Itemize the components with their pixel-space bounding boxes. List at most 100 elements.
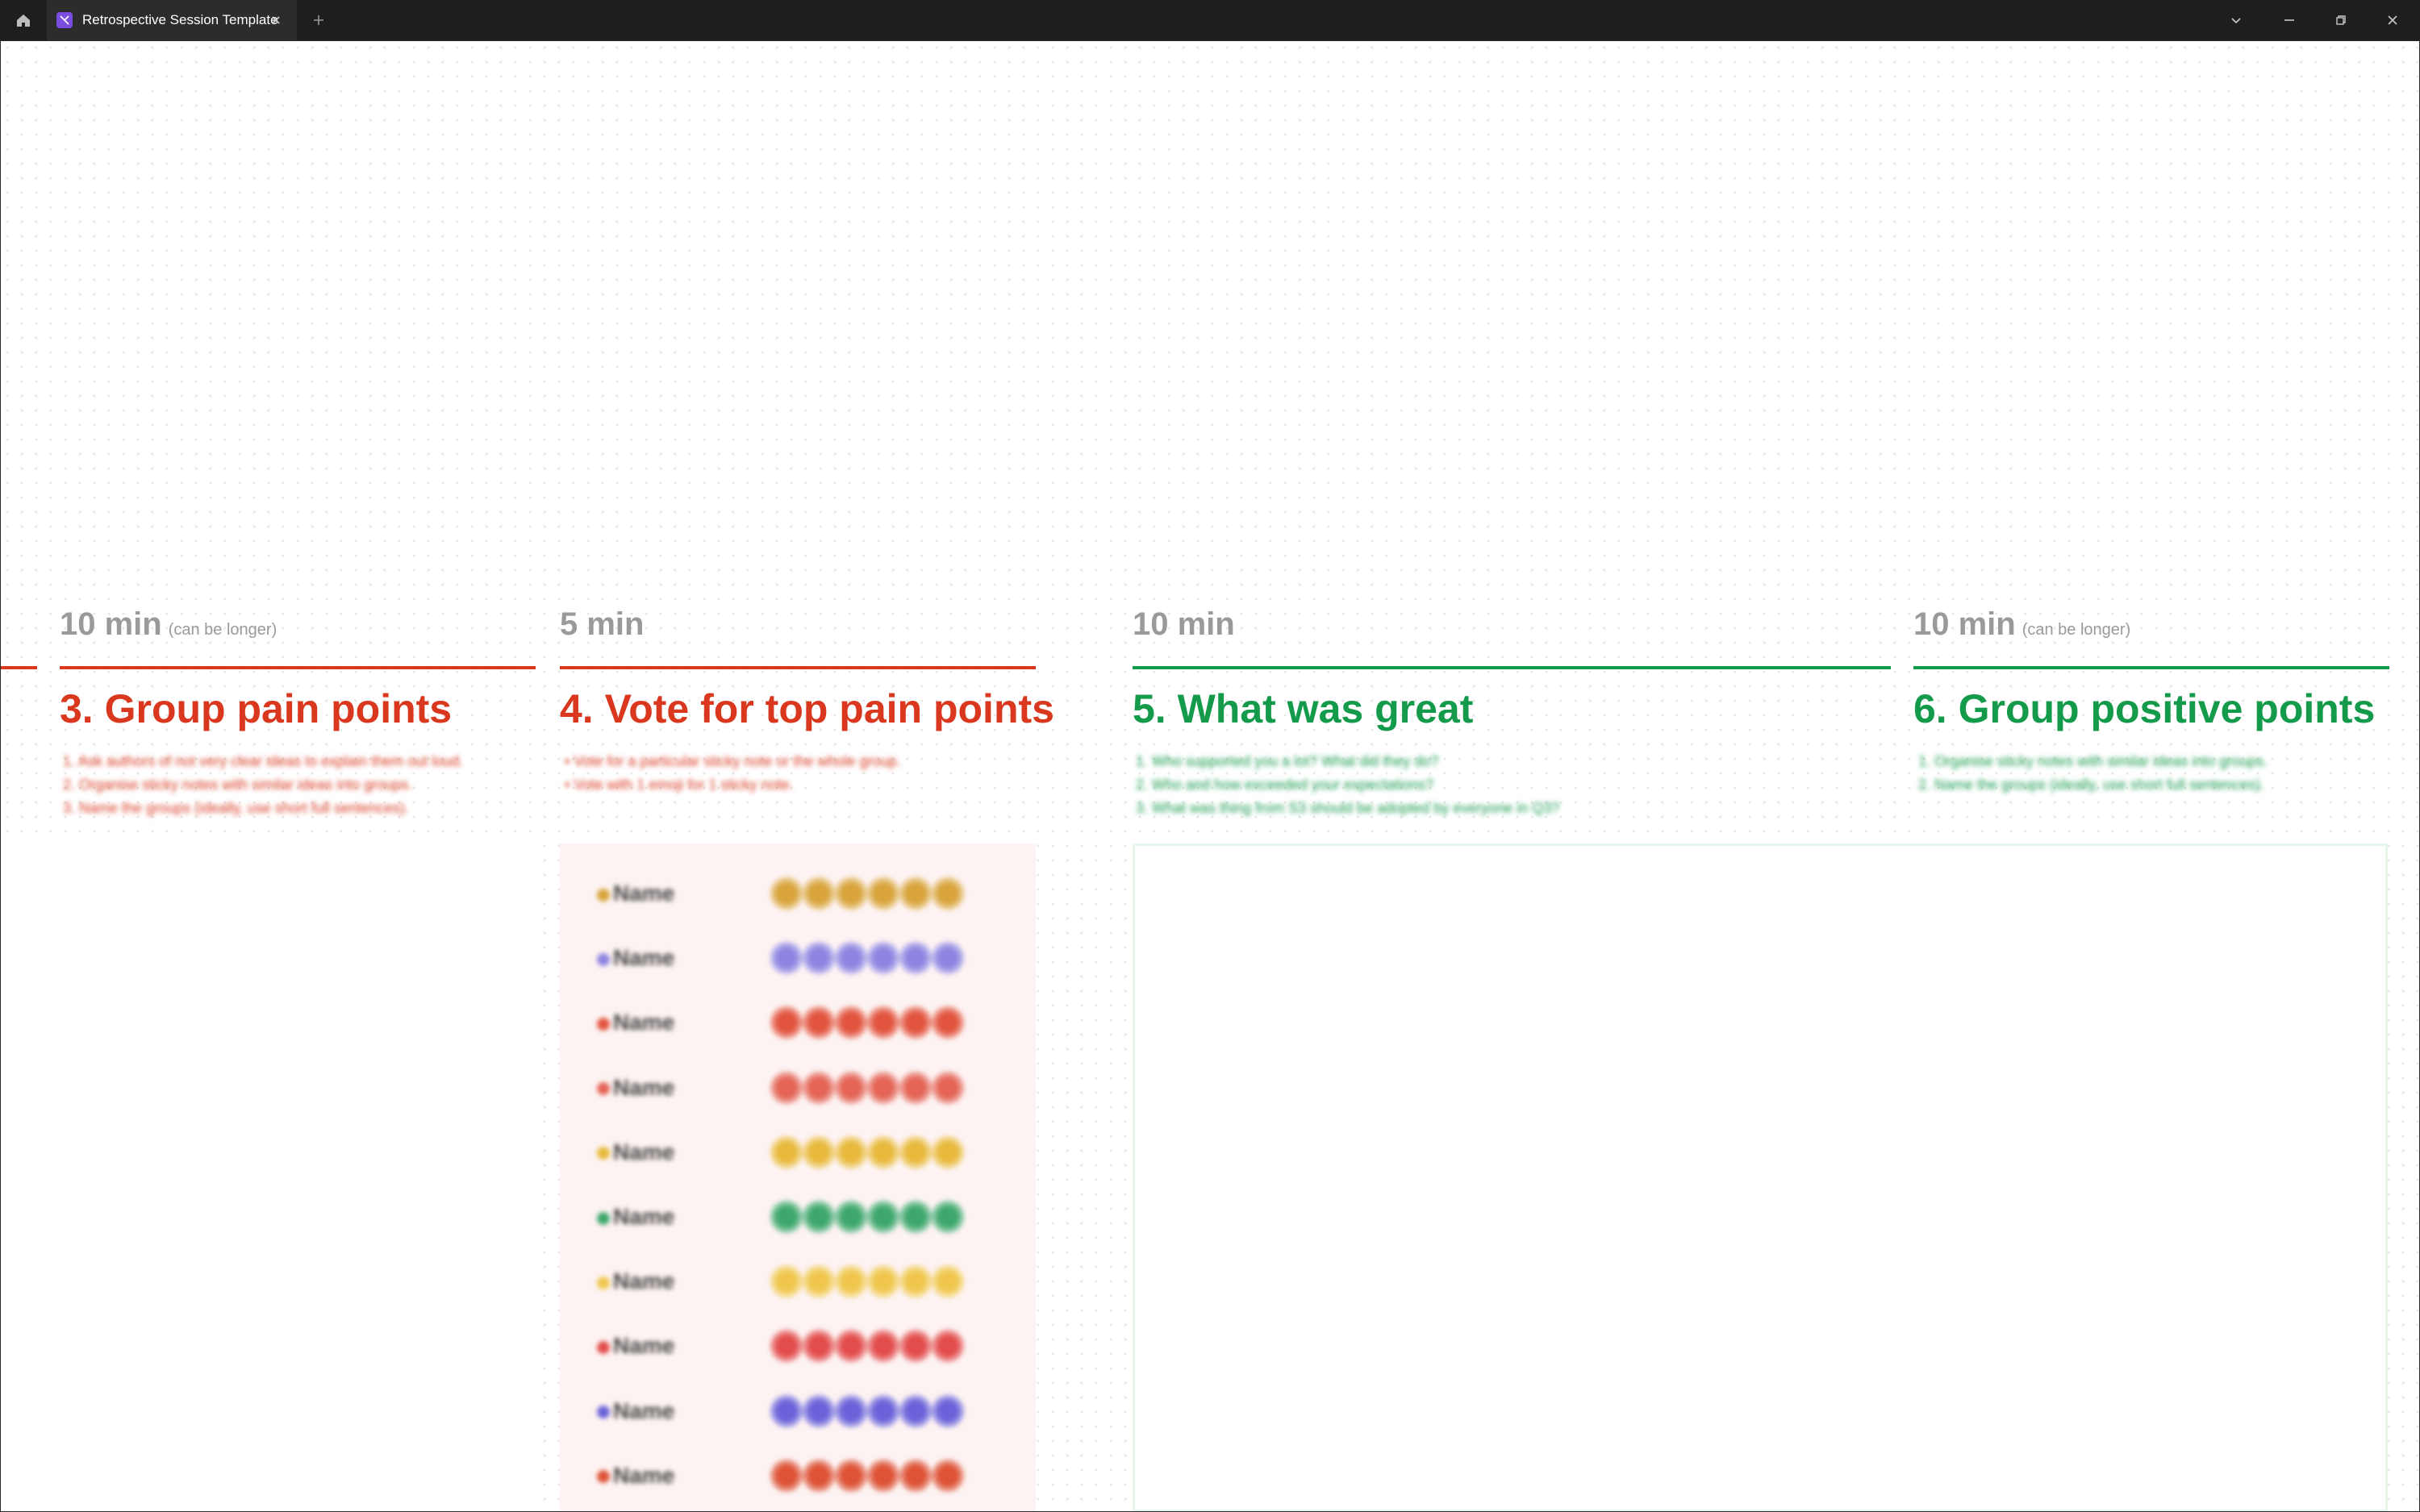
- positive-points-board[interactable]: [1133, 843, 2388, 1512]
- crown-icon[interactable]: [770, 877, 803, 910]
- section-3-board[interactable]: [0, 843, 534, 1512]
- bulb-icon[interactable]: [803, 1265, 835, 1298]
- heart-icon[interactable]: [770, 1330, 803, 1363]
- heart-icon[interactable]: [803, 1330, 835, 1363]
- bulb-icon[interactable]: [835, 1265, 867, 1298]
- ring-icon[interactable]: [803, 1394, 835, 1427]
- bulb-icon[interactable]: [770, 1265, 803, 1298]
- voter-dot-icon: [597, 888, 610, 902]
- voter-row: Name: [597, 877, 964, 910]
- bulb-icon[interactable]: [899, 1265, 932, 1298]
- vote-stickers: [770, 1265, 964, 1298]
- crown-icon[interactable]: [932, 877, 964, 910]
- ring-icon[interactable]: [899, 1394, 932, 1427]
- drop-icon[interactable]: [867, 1459, 899, 1492]
- pin-icon[interactable]: [835, 1006, 867, 1039]
- drop-icon[interactable]: [932, 1459, 964, 1492]
- voter-dot-icon: [597, 1147, 610, 1160]
- close-icon[interactable]: [266, 10, 286, 30]
- ring-icon[interactable]: [770, 1394, 803, 1427]
- minimize-icon[interactable]: [2273, 6, 2305, 34]
- star-icon[interactable]: [867, 1135, 899, 1168]
- clover-icon[interactable]: [803, 1201, 835, 1233]
- drop-icon[interactable]: [835, 1459, 867, 1492]
- target-icon[interactable]: [803, 1071, 835, 1104]
- voter-row: Name: [597, 1201, 964, 1233]
- drop-icon[interactable]: [770, 1459, 803, 1492]
- pin-icon[interactable]: [803, 1006, 835, 1039]
- pin-icon[interactable]: [867, 1006, 899, 1039]
- thumbs-up-icon[interactable]: [835, 942, 867, 975]
- pin-icon[interactable]: [899, 1006, 932, 1039]
- vote-stickers: [770, 877, 964, 910]
- section-6-title: 6. Group positive points: [1913, 686, 2376, 731]
- vote-stickers: [770, 1330, 964, 1363]
- pin-icon[interactable]: [932, 1006, 964, 1039]
- target-icon[interactable]: [932, 1071, 964, 1104]
- clover-icon[interactable]: [835, 1201, 867, 1233]
- bulb-icon[interactable]: [867, 1265, 899, 1298]
- crown-icon[interactable]: [867, 877, 899, 910]
- instruction-item: 2. Organise sticky notes with similar id…: [63, 777, 413, 793]
- previous-section-rule: [0, 666, 37, 669]
- voter-name: Name: [597, 1398, 770, 1424]
- pin-icon[interactable]: [770, 1006, 803, 1039]
- clover-icon[interactable]: [867, 1201, 899, 1233]
- voter-row: Name: [597, 1459, 964, 1492]
- voter-dot-icon: [597, 1018, 610, 1031]
- voter-name: Name: [597, 1204, 770, 1230]
- thumbs-up-icon[interactable]: [867, 942, 899, 975]
- thumbs-up-icon[interactable]: [803, 942, 835, 975]
- voter-row: Name: [597, 942, 964, 975]
- voter-name-text: Name: [613, 1010, 675, 1035]
- voter-dot-icon: [597, 1211, 610, 1225]
- heart-icon[interactable]: [899, 1330, 932, 1363]
- drop-icon[interactable]: [899, 1459, 932, 1492]
- target-icon[interactable]: [770, 1071, 803, 1104]
- ring-icon[interactable]: [867, 1394, 899, 1427]
- section-5-rule: [1133, 666, 1891, 669]
- restore-icon[interactable]: [2325, 6, 2357, 34]
- clover-icon[interactable]: [899, 1201, 932, 1233]
- home-icon[interactable]: [10, 6, 37, 34]
- instruction-item: 1. Organise sticky notes with similar id…: [1918, 753, 2268, 769]
- clover-icon[interactable]: [932, 1201, 964, 1233]
- crown-icon[interactable]: [803, 877, 835, 910]
- section-4-rule: [560, 666, 1036, 669]
- star-icon[interactable]: [835, 1135, 867, 1168]
- section-3-time: 10 min (can be longer): [60, 606, 277, 642]
- voter-name-text: Name: [613, 1139, 675, 1164]
- star-icon[interactable]: [770, 1135, 803, 1168]
- close-window-icon[interactable]: [2376, 6, 2409, 34]
- voter-dot-icon: [597, 952, 610, 966]
- heart-icon[interactable]: [835, 1330, 867, 1363]
- drop-icon[interactable]: [803, 1459, 835, 1492]
- plus-icon[interactable]: [305, 6, 332, 34]
- target-icon[interactable]: [835, 1071, 867, 1104]
- file-tab[interactable]: Retrospective Session Template: [47, 0, 297, 40]
- vote-stickers: [770, 1135, 964, 1168]
- bulb-icon[interactable]: [932, 1265, 964, 1298]
- voter-name-text: Name: [613, 1268, 675, 1294]
- ring-icon[interactable]: [932, 1394, 964, 1427]
- voter-row: Name: [597, 1394, 964, 1427]
- thumbs-up-icon[interactable]: [770, 942, 803, 975]
- star-icon[interactable]: [932, 1135, 964, 1168]
- crown-icon[interactable]: [835, 877, 867, 910]
- thumbs-up-icon[interactable]: [899, 942, 932, 975]
- target-icon[interactable]: [867, 1071, 899, 1104]
- star-icon[interactable]: [899, 1135, 932, 1168]
- target-icon[interactable]: [899, 1071, 932, 1104]
- clover-icon[interactable]: [770, 1201, 803, 1233]
- instruction-item: 3. What was thing from S3 should be adop…: [1136, 800, 1560, 816]
- heart-icon[interactable]: [867, 1330, 899, 1363]
- star-icon[interactable]: [803, 1135, 835, 1168]
- section-6-instructions: 1. Organise sticky notes with similar id…: [1918, 750, 2268, 797]
- vote-stickers: [770, 942, 964, 975]
- chevron-down-icon[interactable]: [2220, 6, 2252, 34]
- ring-icon[interactable]: [835, 1394, 867, 1427]
- instruction-item: 1. Ask authors of not very clear ideas t…: [63, 753, 464, 769]
- heart-icon[interactable]: [932, 1330, 964, 1363]
- thumbs-up-icon[interactable]: [932, 942, 964, 975]
- crown-icon[interactable]: [899, 877, 932, 910]
